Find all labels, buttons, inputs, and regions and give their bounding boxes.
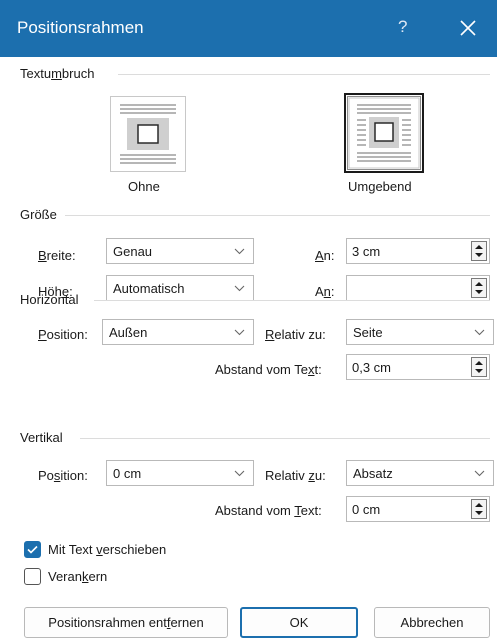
- close-button[interactable]: [453, 13, 483, 43]
- divider: [94, 300, 490, 301]
- chevron-down-icon: [234, 470, 245, 477]
- v-relative-label: Relativ zu:: [265, 468, 326, 483]
- v-relative-select[interactable]: Absatz: [346, 460, 494, 486]
- h-distance-label: Abstand vom Text:: [215, 362, 322, 377]
- v-position-select[interactable]: 0 cm: [106, 460, 254, 486]
- wrap-around-label: Umgebend: [348, 179, 412, 194]
- chevron-down-icon: [474, 329, 485, 336]
- close-icon: [460, 20, 476, 36]
- ok-button[interactable]: OK: [240, 607, 358, 638]
- spin-buttons[interactable]: [471, 241, 487, 261]
- divider: [65, 215, 490, 216]
- at1-spinner[interactable]: 3 cm: [346, 238, 490, 264]
- at2-spinner[interactable]: [346, 275, 490, 301]
- v-position-value: 0 cm: [113, 466, 142, 481]
- spin-arrows-icon: [475, 282, 483, 294]
- at2-label: An:: [315, 284, 335, 299]
- divider: [118, 74, 490, 75]
- h-relative-value: Seite: [353, 325, 383, 340]
- spin-buttons[interactable]: [471, 499, 487, 519]
- chevron-down-icon: [234, 329, 245, 336]
- chevron-down-icon: [474, 470, 485, 477]
- chevron-down-icon: [234, 248, 245, 255]
- dialog-title: Positionsrahmen: [17, 18, 144, 37]
- h-position-select[interactable]: Außen: [102, 319, 254, 345]
- h-relative-label: Relativ zu:: [265, 327, 326, 342]
- cancel-button[interactable]: Abbrechen: [374, 607, 490, 638]
- checkmark-icon: [27, 545, 38, 554]
- at1-value: 3 cm: [352, 244, 381, 259]
- at1-label: An:: [315, 248, 335, 263]
- height-select-value: Automatisch: [113, 281, 185, 296]
- section-horizontal: Horizontal: [20, 292, 79, 307]
- section-wrap: Textumbruch: [20, 66, 95, 81]
- help-button[interactable]: ?: [398, 17, 407, 37]
- h-relative-select[interactable]: Seite: [346, 319, 494, 345]
- move-with-text-label[interactable]: Mit Text verschieben: [48, 542, 166, 557]
- move-with-text-checkbox[interactable]: [24, 541, 41, 558]
- width-label: Breite:: [38, 248, 76, 263]
- v-distance-spinner[interactable]: 0 cm: [346, 496, 490, 522]
- h-distance-spinner[interactable]: 0,3 cm: [346, 354, 490, 380]
- height-select[interactable]: Automatisch: [106, 275, 254, 301]
- v-relative-value: Absatz: [353, 466, 393, 481]
- title-bar: Positionsrahmen ?: [0, 0, 497, 57]
- wrap-none-label: Ohne: [128, 179, 160, 194]
- spin-buttons[interactable]: [471, 357, 487, 377]
- v-position-label: Position:: [38, 468, 88, 483]
- wrap-around-option[interactable]: [344, 93, 424, 173]
- h-position-value: Außen: [109, 325, 148, 340]
- wrap-none-icon: [110, 96, 186, 172]
- section-vertical: Vertikal: [20, 430, 63, 445]
- spin-arrows-icon: [475, 245, 483, 257]
- h-distance-value: 0,3 cm: [352, 360, 392, 375]
- h-position-label: Position:: [38, 327, 88, 342]
- lock-anchor-checkbox[interactable]: [24, 568, 41, 585]
- spin-buttons[interactable]: [471, 278, 487, 298]
- wrap-around-icon: [344, 93, 424, 173]
- wrap-none-option[interactable]: [110, 96, 186, 172]
- width-select-value: Genau: [113, 244, 153, 259]
- v-distance-value: 0 cm: [352, 502, 381, 517]
- chevron-down-icon: [234, 285, 245, 292]
- v-distance-label: Abstand vom Text:: [215, 503, 322, 518]
- lock-anchor-label[interactable]: Verankern: [48, 569, 107, 584]
- spin-arrows-icon: [475, 361, 483, 373]
- divider: [80, 438, 490, 439]
- width-select[interactable]: Genau: [106, 238, 254, 264]
- remove-frame-button[interactable]: Positionsrahmen entfernen: [24, 607, 228, 638]
- spin-arrows-icon: [475, 503, 483, 515]
- section-size: Größe: [20, 207, 57, 222]
